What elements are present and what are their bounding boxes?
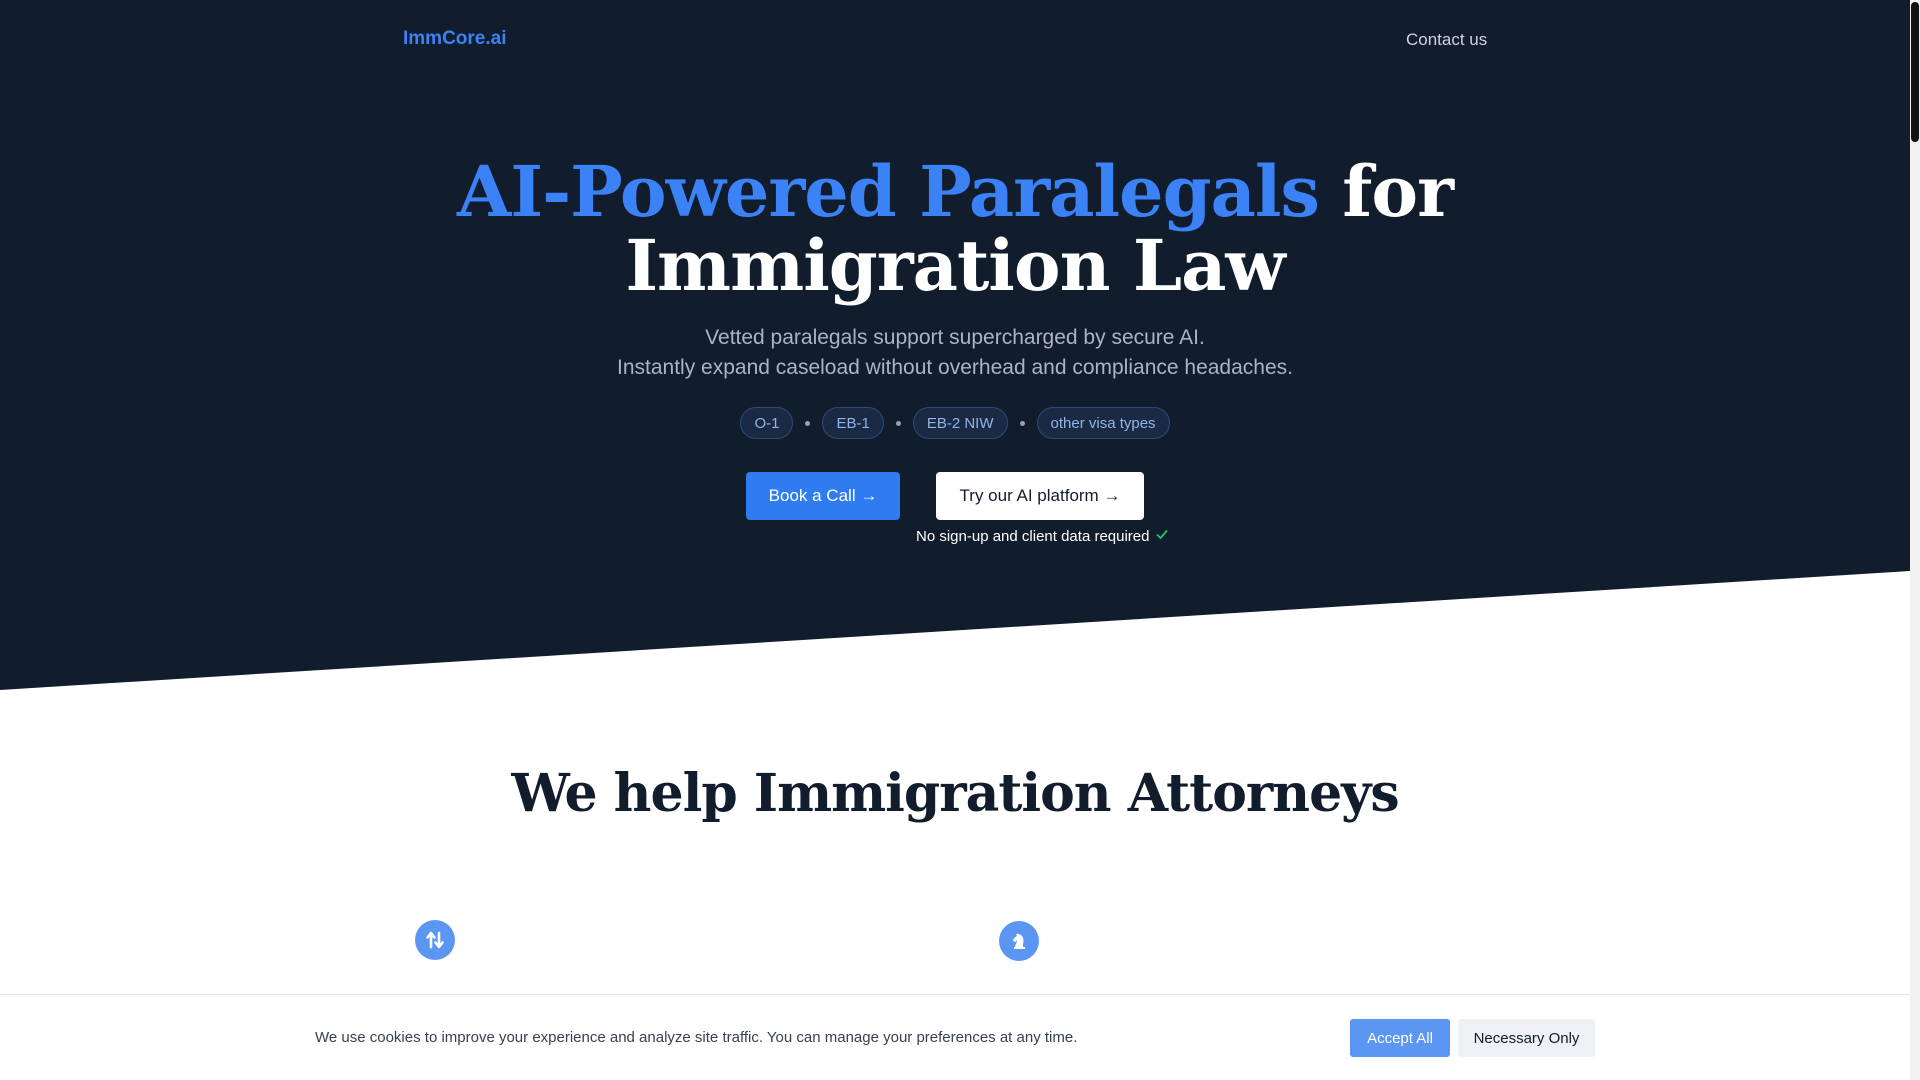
arrows-up-down-icon bbox=[415, 920, 455, 960]
contact-link[interactable]: Contact us bbox=[1406, 30, 1487, 50]
separator-dot bbox=[895, 420, 901, 426]
necessary-only-button[interactable]: Necessary Only bbox=[1458, 1019, 1595, 1057]
tag-eb1: EB-1 bbox=[822, 407, 884, 439]
section-title: We help Immigration Attorneys bbox=[511, 763, 1399, 824]
tag-eb2-niw: EB-2 NIW bbox=[912, 407, 1008, 439]
page: ImmCore.ai Contact us AI-Powered Paraleg… bbox=[0, 0, 1920, 1080]
scrollbar-track[interactable] bbox=[1910, 0, 1920, 1080]
book-call-button[interactable]: Book a Call → bbox=[746, 472, 900, 520]
cookie-banner: We use cookies to improve your experienc… bbox=[0, 994, 1910, 1080]
separator-dot bbox=[1019, 420, 1025, 426]
no-signup-note: No sign-up and client data required bbox=[916, 527, 1169, 545]
logo[interactable]: ImmCore.ai bbox=[403, 28, 506, 50]
hero-headline: AI-Powered Paralegals for Immigration La… bbox=[0, 155, 1910, 303]
cookie-text: We use cookies to improve your experienc… bbox=[315, 1029, 1078, 1046]
tag-o1: O-1 bbox=[740, 407, 794, 439]
headline-for: for bbox=[1318, 150, 1454, 233]
try-platform-button[interactable]: Try our AI platform → bbox=[936, 472, 1144, 520]
separator-dot bbox=[805, 420, 811, 426]
scrollbar-thumb[interactable] bbox=[1911, 2, 1919, 142]
visa-tags: O-1 EB-1 EB-2 NIW other visa types bbox=[0, 407, 1910, 439]
accept-all-button[interactable]: Accept All bbox=[1350, 1019, 1450, 1057]
headline-accent: AI-Powered Paralegals bbox=[457, 150, 1320, 233]
tag-other-visa-types: other visa types bbox=[1036, 407, 1170, 439]
headline-immigration-law: Immigration Law bbox=[625, 224, 1285, 307]
chess-knight-icon bbox=[999, 921, 1039, 961]
hero-subline-2: Instantly expand caseload without overhe… bbox=[617, 356, 1293, 379]
check-icon bbox=[1155, 527, 1169, 545]
no-signup-text: No sign-up and client data required bbox=[916, 527, 1150, 545]
hero-subline-1: Vetted paralegals support supercharged b… bbox=[705, 326, 1205, 349]
